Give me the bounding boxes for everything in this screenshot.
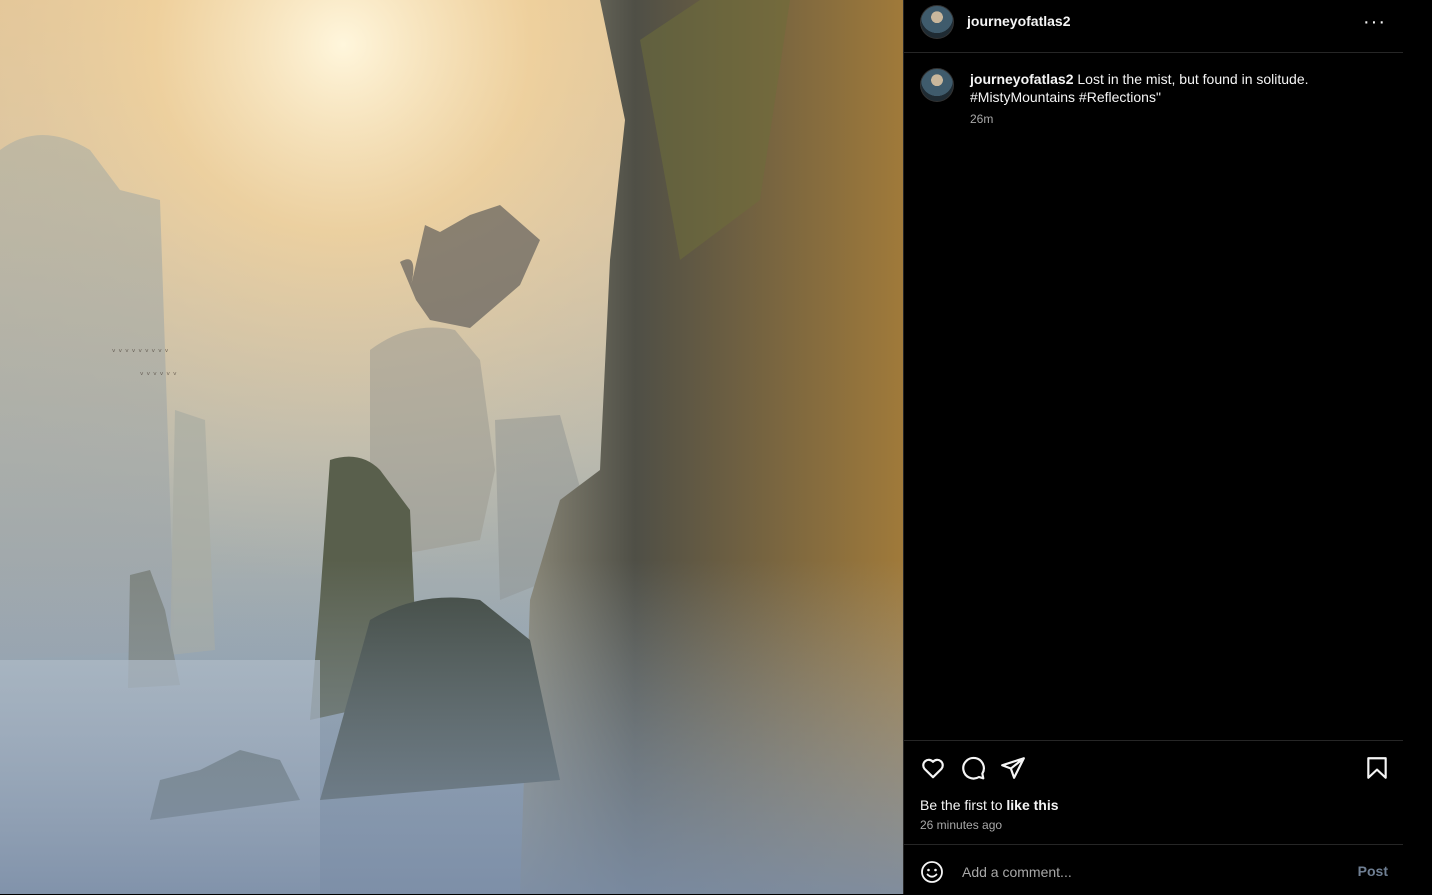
avatar[interactable] [920, 5, 954, 39]
page-margin [1403, 0, 1432, 894]
like-this-link[interactable]: like this [1006, 797, 1058, 813]
likes-prefix: Be the first to [920, 797, 1007, 813]
more-icon[interactable]: ··· [1363, 12, 1386, 32]
misty-mountain-dragon-image: ᵛ ᵛ ᵛ ᵛ ᵛ ᵛ ᵛ ᵛ ᵛ ᵛ ᵛ ᵛ ᵛ ᵛ ᵛ [0, 0, 903, 894]
comment-input[interactable] [960, 858, 1344, 886]
comment-icon[interactable] [960, 755, 986, 781]
action-bar: Be the first to like this 26 minutes ago [904, 740, 1404, 844]
caption-text: journeyofatlas2 Lost in the mist, but fo… [970, 70, 1370, 106]
post-header: journeyofatlas2 ··· [904, 0, 1404, 53]
post-comment-button[interactable]: Post [1358, 863, 1388, 879]
caption-timestamp: 26m [970, 112, 994, 126]
likes-summary: Be the first to like this [920, 797, 1059, 813]
caption-avatar[interactable] [920, 68, 954, 102]
svg-text:ᵛ ᵛ ᵛ ᵛ ᵛ ᵛ ᵛ ᵛ ᵛ: ᵛ ᵛ ᵛ ᵛ ᵛ ᵛ ᵛ ᵛ ᵛ [112, 348, 169, 358]
svg-text:ᵛ ᵛ ᵛ ᵛ ᵛ ᵛ: ᵛ ᵛ ᵛ ᵛ ᵛ ᵛ [140, 371, 177, 381]
bookmark-icon[interactable] [1364, 755, 1390, 781]
heart-icon[interactable] [920, 755, 946, 781]
post-image[interactable]: ᵛ ᵛ ᵛ ᵛ ᵛ ᵛ ᵛ ᵛ ᵛ ᵛ ᵛ ᵛ ᵛ ᵛ ᵛ [0, 0, 903, 894]
header-username[interactable]: journeyofatlas2 [967, 13, 1070, 29]
caption-username[interactable]: journeyofatlas2 [970, 71, 1073, 87]
post-detail-panel: journeyofatlas2 ··· journeyofatlas2 Lost… [903, 0, 1404, 894]
comment-bar: Post [904, 844, 1404, 895]
post-timestamp: 26 minutes ago [920, 818, 1003, 832]
emoji-icon[interactable] [920, 860, 944, 884]
send-icon[interactable] [1000, 755, 1026, 781]
